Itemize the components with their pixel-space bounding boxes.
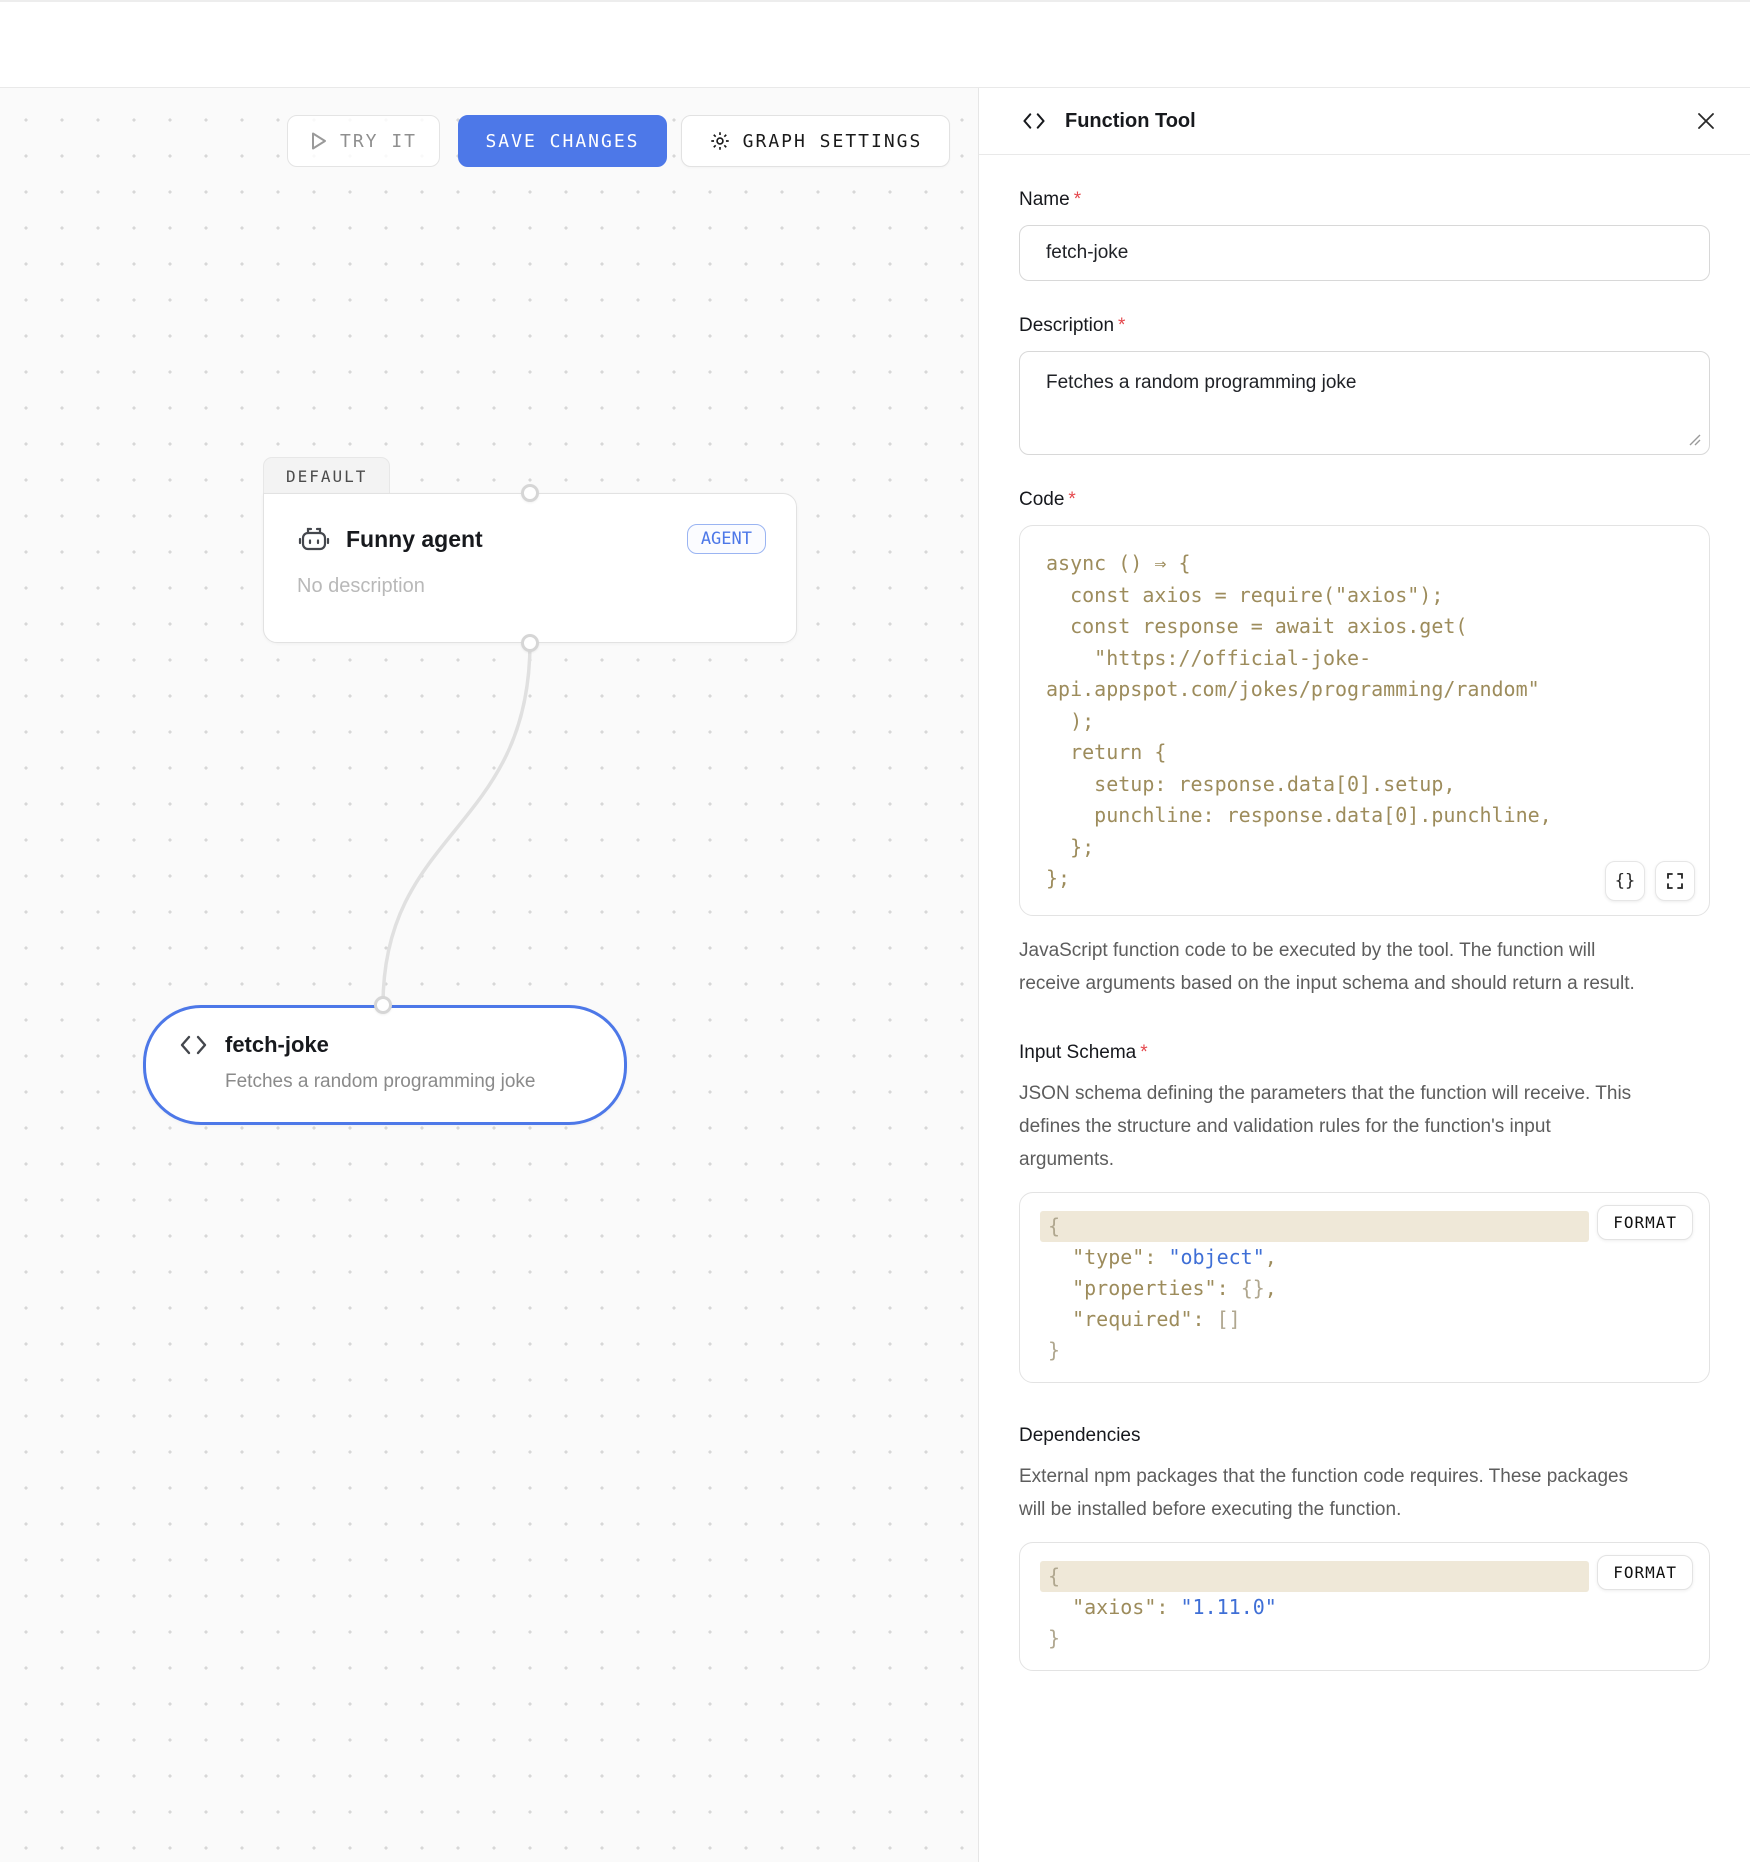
required-asterisk: *: [1118, 315, 1125, 336]
required-asterisk: *: [1140, 1042, 1147, 1063]
group-tab-label: DEFAULT: [286, 467, 367, 486]
code-icon: [178, 1033, 209, 1057]
required-asterisk: *: [1074, 189, 1081, 210]
code-label: Code*: [1019, 489, 1710, 511]
dependencies-content: { "axios": "1.11.0"}: [1040, 1561, 1685, 1654]
group-tab-default[interactable]: DEFAULT: [263, 457, 390, 494]
graph-canvas[interactable]: TRY IT SAVE CHANGES GRAPH SETTINGS DEFAU…: [0, 88, 978, 1862]
close-icon[interactable]: [1688, 103, 1724, 139]
agent-node-bottom-handle[interactable]: [521, 634, 539, 652]
description-value: Fetches a random programming joke: [1046, 372, 1356, 393]
tool-node-title: fetch-joke: [225, 1032, 329, 1058]
panel-title: Function Tool: [1065, 110, 1196, 133]
input-schema-label: Input Schema*: [1019, 1042, 1710, 1064]
code-icon: [1021, 111, 1047, 131]
required-asterisk: *: [1068, 489, 1075, 510]
graph-settings-button[interactable]: GRAPH SETTINGS: [681, 115, 950, 167]
function-tool-panel: Function Tool Name* Description* Fetches…: [978, 88, 1750, 1862]
description-textarea[interactable]: Fetches a random programming joke: [1019, 351, 1710, 455]
gear-icon: [709, 130, 731, 152]
robot-icon: [297, 522, 331, 556]
name-input[interactable]: [1019, 225, 1710, 281]
resize-grip-icon[interactable]: [1689, 434, 1701, 446]
input-schema-editor[interactable]: { "type": "object", "properties": {}, "r…: [1019, 1192, 1710, 1383]
code-content: async () ⇒ { const axios = require("axio…: [1046, 548, 1683, 895]
expand-fullscreen-button[interactable]: [1655, 861, 1695, 901]
dependencies-help-text: External npm packages that the function …: [1019, 1460, 1635, 1526]
agent-node[interactable]: Funny agent AGENT No description: [263, 493, 797, 643]
try-it-button[interactable]: TRY IT: [287, 115, 440, 167]
agent-node-description: No description: [297, 575, 766, 598]
agent-node-top-handle[interactable]: [521, 484, 539, 502]
dependencies-editor[interactable]: { "axios": "1.11.0"} FORMAT: [1019, 1542, 1710, 1671]
tool-node-description: Fetches a random programming joke: [225, 1071, 624, 1093]
agent-node-title: Funny agent: [346, 526, 483, 553]
save-changes-label: SAVE CHANGES: [485, 131, 639, 152]
name-label: Name*: [1019, 189, 1710, 211]
code-editor[interactable]: async () ⇒ { const axios = require("axio…: [1019, 525, 1710, 916]
input-schema-content: { "type": "object", "properties": {}, "r…: [1040, 1211, 1685, 1366]
dependencies-label: Dependencies: [1019, 1425, 1710, 1447]
graph-settings-label: GRAPH SETTINGS: [743, 131, 923, 152]
tool-node-fetch-joke[interactable]: fetch-joke Fetches a random programming …: [143, 1005, 627, 1125]
save-changes-button[interactable]: SAVE CHANGES: [458, 115, 667, 167]
format-braces-button[interactable]: {}: [1605, 861, 1645, 901]
code-help-text: JavaScript function code to be executed …: [1019, 934, 1635, 1000]
agent-badge: AGENT: [687, 524, 766, 554]
description-label: Description*: [1019, 315, 1710, 337]
tool-node-top-handle[interactable]: [374, 996, 392, 1014]
top-header-bar: [0, 0, 1750, 88]
braces-icon: {}: [1615, 871, 1635, 891]
try-it-label: TRY IT: [340, 131, 417, 152]
play-icon: [310, 131, 328, 151]
edge-agent-to-tool: [383, 643, 530, 1005]
dependencies-format-button[interactable]: FORMAT: [1597, 1555, 1693, 1590]
fullscreen-icon: [1667, 873, 1683, 889]
input-schema-format-button[interactable]: FORMAT: [1597, 1205, 1693, 1240]
panel-header: Function Tool: [979, 88, 1750, 155]
edge-layer: [0, 88, 978, 1862]
input-schema-help-text: JSON schema defining the parameters that…: [1019, 1077, 1635, 1176]
